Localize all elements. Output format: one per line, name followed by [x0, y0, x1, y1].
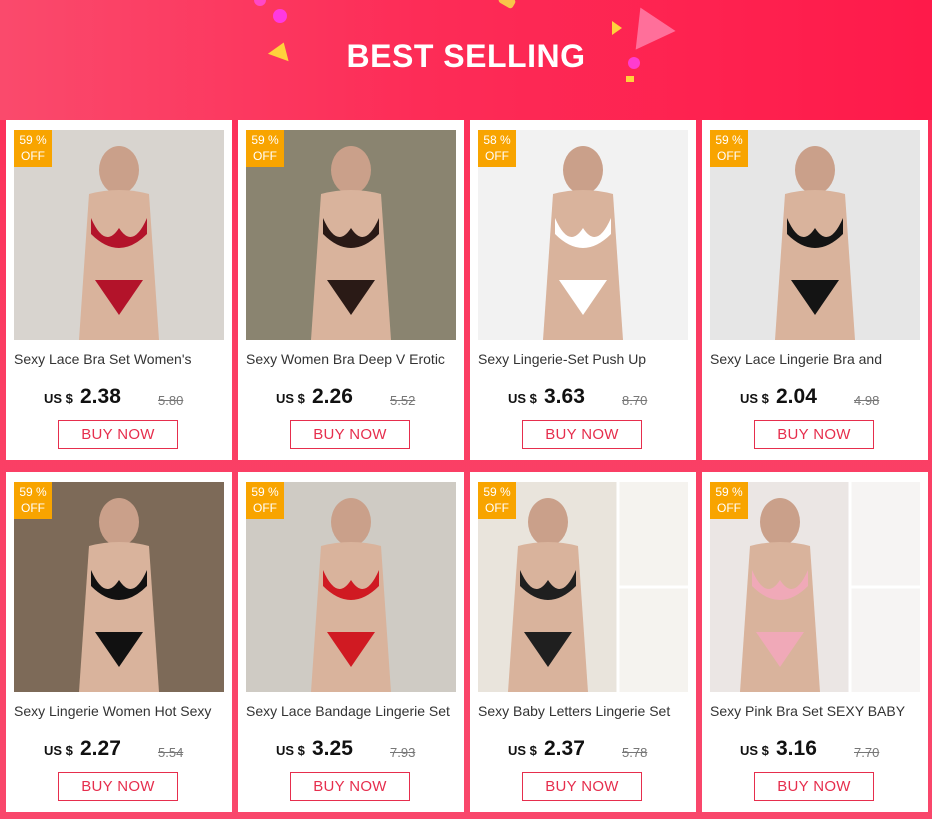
- currency-label: US $: [740, 743, 769, 758]
- product-name[interactable]: Sexy Lace Bandage Lingerie Set: [246, 703, 458, 719]
- sale-price: 2.04: [776, 385, 817, 408]
- buy-now-button[interactable]: BUY NOW: [522, 420, 642, 449]
- discount-value: 58: [483, 133, 497, 147]
- sale-price: 2.27: [80, 737, 121, 760]
- discount-badge: 59 % OFF: [246, 130, 284, 167]
- currency-label: US $: [44, 743, 73, 758]
- buy-now-button[interactable]: BUY NOW: [290, 420, 410, 449]
- discount-unit: %: [268, 133, 279, 147]
- sale-price: 2.26: [312, 385, 353, 408]
- product-name[interactable]: Sexy Lace Bra Set Women's: [14, 351, 226, 367]
- confetti-triangle: [612, 21, 622, 35]
- product-name[interactable]: Sexy Lingerie-Set Push Up: [478, 351, 690, 367]
- original-price: 7.93: [390, 745, 416, 760]
- discount-badge: 59 % OFF: [14, 482, 52, 519]
- discount-label: OFF: [253, 149, 277, 163]
- discount-unit: %: [732, 485, 743, 499]
- product-grid: 59 % OFF Sexy Lace Bra Set Women's US $ …: [6, 120, 928, 812]
- discount-label: OFF: [485, 149, 509, 163]
- original-price: 5.52: [390, 393, 416, 408]
- currency-label: US $: [508, 391, 537, 406]
- page-title: BEST SELLING: [346, 38, 586, 74]
- original-price: 5.54: [158, 745, 184, 760]
- discount-value: 59: [483, 485, 497, 499]
- buy-now-button[interactable]: BUY NOW: [522, 772, 642, 801]
- product-name[interactable]: Sexy Lingerie Women Hot Sexy: [14, 703, 226, 719]
- price-row: US $ 2.27 5.54: [6, 737, 232, 763]
- currency-label: US $: [740, 391, 769, 406]
- product-card[interactable]: 59 % OFF Sexy Baby Letters Lingerie Set …: [470, 472, 696, 812]
- price-row: US $ 3.16 7.70: [702, 737, 928, 763]
- currency-label: US $: [508, 743, 537, 758]
- currency-label: US $: [44, 391, 73, 406]
- sale-price: 3.63: [544, 385, 585, 408]
- discount-unit: %: [36, 133, 47, 147]
- discount-badge: 59 % OFF: [14, 130, 52, 167]
- discount-unit: %: [36, 485, 47, 499]
- confetti-dot: [273, 9, 287, 23]
- discount-value: 59: [251, 485, 265, 499]
- sale-price: 3.25: [312, 737, 353, 760]
- product-name[interactable]: Sexy Baby Letters Lingerie Set: [478, 703, 690, 719]
- discount-label: OFF: [253, 501, 277, 515]
- discount-label: OFF: [21, 149, 45, 163]
- discount-value: 59: [251, 133, 265, 147]
- price-row: US $ 3.25 7.93: [238, 737, 464, 763]
- product-card[interactable]: 59 % OFF Sexy Lingerie Women Hot Sexy US…: [6, 472, 232, 812]
- discount-badge: 59 % OFF: [478, 482, 516, 519]
- buy-now-button[interactable]: BUY NOW: [290, 772, 410, 801]
- buy-now-button[interactable]: BUY NOW: [58, 420, 178, 449]
- discount-value: 59: [19, 485, 33, 499]
- currency-label: US $: [276, 743, 305, 758]
- buy-now-button[interactable]: BUY NOW: [754, 772, 874, 801]
- discount-value: 59: [715, 133, 729, 147]
- product-card[interactable]: 59 % OFF Sexy Lace Bra Set Women's US $ …: [6, 120, 232, 460]
- discount-unit: %: [500, 133, 511, 147]
- price-row: US $ 2.04 4.98: [702, 385, 928, 411]
- buy-now-button[interactable]: BUY NOW: [58, 772, 178, 801]
- price-row: US $ 2.38 5.80: [6, 385, 232, 411]
- product-card[interactable]: 59 % OFF Sexy Lace Bandage Lingerie Set …: [238, 472, 464, 812]
- original-price: 8.70: [622, 393, 648, 408]
- sale-price: 2.38: [80, 385, 121, 408]
- discount-badge: 59 % OFF: [710, 482, 748, 519]
- product-name[interactable]: Sexy Pink Bra Set SEXY BABY: [710, 703, 922, 719]
- price-row: US $ 2.26 5.52: [238, 385, 464, 411]
- discount-label: OFF: [717, 501, 741, 515]
- discount-unit: %: [268, 485, 279, 499]
- discount-value: 59: [715, 485, 729, 499]
- confetti-piece: [626, 76, 634, 82]
- confetti-dot: [254, 0, 266, 6]
- discount-value: 59: [19, 133, 33, 147]
- sale-price: 3.16: [776, 737, 817, 760]
- original-price: 5.80: [158, 393, 184, 408]
- price-row: US $ 2.37 5.78: [470, 737, 696, 763]
- product-card[interactable]: 59 % OFF Sexy Women Bra Deep V Erotic US…: [238, 120, 464, 460]
- product-name[interactable]: Sexy Lace Lingerie Bra and: [710, 351, 922, 367]
- buy-now-button[interactable]: BUY NOW: [754, 420, 874, 449]
- product-card[interactable]: 58 % OFF Sexy Lingerie-Set Push Up US $ …: [470, 120, 696, 460]
- product-card[interactable]: 59 % OFF Sexy Lace Lingerie Bra and US $…: [702, 120, 928, 460]
- original-price: 5.78: [622, 745, 648, 760]
- discount-label: OFF: [21, 501, 45, 515]
- product-name[interactable]: Sexy Women Bra Deep V Erotic: [246, 351, 458, 367]
- sale-price: 2.37: [544, 737, 585, 760]
- product-card[interactable]: 59 % OFF Sexy Pink Bra Set SEXY BABY US …: [702, 472, 928, 812]
- discount-badge: 59 % OFF: [710, 130, 748, 167]
- original-price: 4.98: [854, 393, 880, 408]
- discount-unit: %: [500, 485, 511, 499]
- discount-label: OFF: [717, 149, 741, 163]
- confetti-piece: [497, 0, 517, 10]
- original-price: 7.70: [854, 745, 880, 760]
- price-row: US $ 3.63 8.70: [470, 385, 696, 411]
- header-banner: BEST SELLING: [0, 0, 932, 120]
- discount-label: OFF: [485, 501, 509, 515]
- discount-badge: 59 % OFF: [246, 482, 284, 519]
- discount-badge: 58 % OFF: [478, 130, 516, 167]
- discount-unit: %: [732, 133, 743, 147]
- currency-label: US $: [276, 391, 305, 406]
